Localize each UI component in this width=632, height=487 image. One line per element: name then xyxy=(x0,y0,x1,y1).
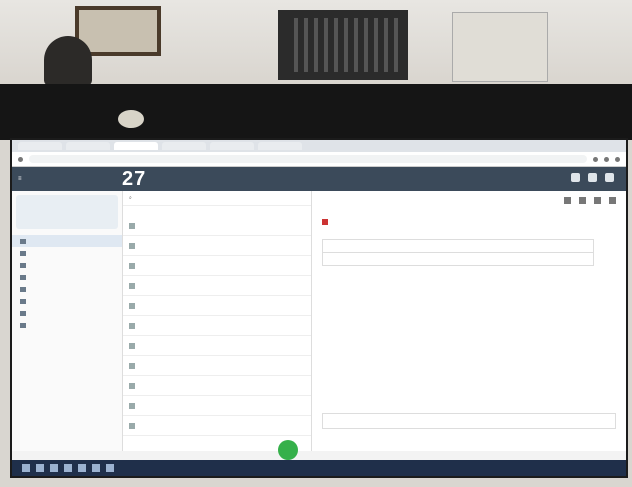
folder-icon xyxy=(20,274,26,280)
taskbar-app-icon[interactable] xyxy=(78,464,86,472)
star-icon[interactable] xyxy=(593,156,598,162)
laptop-screen: ≡ 27 ⌕ xyxy=(10,138,628,478)
sidebar-item[interactable] xyxy=(12,259,122,271)
reply-input[interactable] xyxy=(322,413,616,429)
list-item[interactable] xyxy=(123,236,311,256)
mail-icon xyxy=(129,382,135,389)
sidebar xyxy=(12,191,123,451)
start-icon[interactable] xyxy=(22,464,30,472)
mail-icon xyxy=(129,222,135,229)
room-background xyxy=(0,0,632,140)
sidebar-item[interactable] xyxy=(12,295,122,307)
mail-icon xyxy=(129,262,135,269)
app-logo: ≡ xyxy=(18,176,22,182)
folder-icon xyxy=(20,286,26,292)
folder-icon xyxy=(20,310,26,316)
mail-icon xyxy=(129,402,135,409)
list-item[interactable] xyxy=(123,356,311,376)
person-silhouette xyxy=(44,36,92,86)
message-subject xyxy=(322,219,616,225)
back-icon[interactable] xyxy=(18,156,23,162)
browser-tab[interactable] xyxy=(114,142,158,150)
table-header xyxy=(323,240,593,253)
settings-icon[interactable] xyxy=(588,173,597,182)
folder-icon xyxy=(20,250,26,256)
mail-icon xyxy=(129,422,135,429)
browser-tab[interactable] xyxy=(18,142,62,150)
list-item[interactable] xyxy=(123,296,311,316)
profile-icon[interactable] xyxy=(615,156,620,162)
taskbar-app-icon[interactable] xyxy=(36,464,44,472)
url-input[interactable] xyxy=(29,155,587,163)
browser-tab[interactable] xyxy=(258,142,302,150)
television xyxy=(278,10,408,80)
search-icon: ⌕ xyxy=(129,195,132,201)
sidebar-item[interactable] xyxy=(12,307,122,319)
header-actions xyxy=(571,173,614,182)
wall-poster xyxy=(452,12,548,82)
sidebar-item[interactable] xyxy=(12,283,122,295)
list-item[interactable] xyxy=(123,216,311,236)
folder-icon xyxy=(20,322,26,328)
taskbar xyxy=(12,460,626,476)
app-header: ≡ 27 xyxy=(12,167,626,191)
sort-bar xyxy=(123,206,311,216)
reply-icon[interactable] xyxy=(564,197,571,204)
extension-icon[interactable] xyxy=(604,156,609,162)
compose-button[interactable] xyxy=(278,440,298,460)
more-icon[interactable] xyxy=(609,197,616,204)
date-block: 27 xyxy=(118,168,146,191)
grid-icon[interactable] xyxy=(571,173,580,182)
reading-pane xyxy=(312,191,626,451)
browser-tab[interactable] xyxy=(66,142,110,150)
lamp xyxy=(118,110,144,128)
list-item[interactable] xyxy=(123,316,311,336)
mail-body: ⌕ xyxy=(12,191,626,451)
taskbar-app-icon[interactable] xyxy=(64,464,72,472)
account-box[interactable] xyxy=(16,195,118,229)
list-item[interactable] xyxy=(123,336,311,356)
reader-toolbar xyxy=(322,197,616,209)
browser-tab[interactable] xyxy=(210,142,254,150)
taskbar-app-icon[interactable] xyxy=(50,464,58,472)
taskbar-app-icon[interactable] xyxy=(92,464,100,472)
list-item[interactable] xyxy=(123,396,311,416)
inbox-icon xyxy=(20,238,26,244)
list-item[interactable] xyxy=(123,416,311,436)
desk xyxy=(0,84,632,140)
mail-icon xyxy=(129,322,135,329)
date-number: 27 xyxy=(122,167,147,190)
mail-icon xyxy=(129,342,135,349)
sidebar-item[interactable] xyxy=(12,247,122,259)
flag-icon xyxy=(322,219,328,225)
mail-icon xyxy=(129,242,135,249)
sidebar-item[interactable] xyxy=(12,271,122,283)
folder-icon xyxy=(20,262,26,268)
search-bar[interactable]: ⌕ xyxy=(123,191,311,206)
message-table xyxy=(322,239,594,266)
sidebar-item-inbox[interactable] xyxy=(12,235,122,247)
mail-list: ⌕ xyxy=(123,191,312,451)
taskbar-app-icon[interactable] xyxy=(106,464,114,472)
browser-tab[interactable] xyxy=(162,142,206,150)
list-item[interactable] xyxy=(123,376,311,396)
mail-icon xyxy=(129,362,135,369)
sidebar-item[interactable] xyxy=(12,319,122,331)
forward-icon[interactable] xyxy=(579,197,586,204)
mail-icon xyxy=(129,282,135,289)
mail-icon xyxy=(129,302,135,309)
browser-tabbar xyxy=(12,140,626,152)
list-item[interactable] xyxy=(123,256,311,276)
folder-icon xyxy=(20,298,26,304)
list-item[interactable] xyxy=(123,276,311,296)
user-icon[interactable] xyxy=(605,173,614,182)
browser-address-bar xyxy=(12,152,626,167)
delete-icon[interactable] xyxy=(594,197,601,204)
table-row xyxy=(323,253,593,265)
